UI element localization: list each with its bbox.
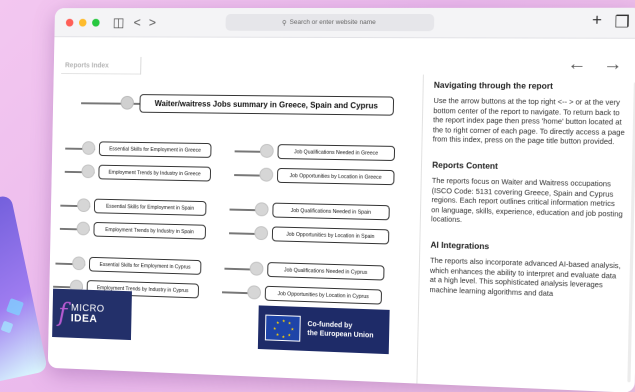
report-link-button[interactable]: Essential Skills for Employment in Greec…	[98, 141, 212, 158]
nav-heading: Navigating through the report	[433, 80, 554, 91]
report-link-button[interactable]: Job Qualifications Needed in Greece	[277, 144, 396, 162]
nav-text: Use the arrow buttons at the top right <…	[432, 95, 625, 147]
titlebar-right-icons: + ❐	[592, 12, 630, 33]
page-nav-arrows: ← →	[567, 53, 622, 75]
report-link-button[interactable]: Job Opportunities by Location in Greece	[276, 167, 395, 186]
micro-logo-bottom: IDEA	[70, 312, 98, 326]
report-link-button[interactable]: Employment Trends by Industry in Greece	[98, 164, 212, 182]
ai-heading: AI Integrations	[430, 240, 490, 252]
previous-page-icon[interactable]: ←	[567, 53, 586, 75]
node-dot-icon	[76, 221, 90, 236]
window-controls	[65, 18, 100, 27]
tabs-overview-icon[interactable]: ❐	[614, 12, 630, 33]
report-link-button[interactable]: Job Qualifications Needed in Spain	[272, 202, 390, 221]
node-dot-icon	[72, 256, 86, 271]
report-link-button[interactable]: Job Qualifications Needed in Cyprus	[267, 262, 385, 281]
info-panel: Navigating through the report Use the ar…	[416, 74, 627, 392]
forward-icon[interactable]: >	[149, 15, 157, 31]
report-link-button[interactable]: Job Opportunities by Location in Cyprus	[264, 285, 383, 305]
ai-text: The reports also incorporate advanced AI…	[429, 255, 621, 298]
back-icon[interactable]: <	[133, 15, 141, 31]
report-link-button[interactable]: Essential Skills for Employment in Spain	[93, 198, 207, 216]
report-link-button[interactable]: Job Opportunities by Location in Spain	[271, 226, 390, 245]
minimize-window-button[interactable]	[78, 18, 87, 27]
node-dot-icon	[254, 225, 269, 241]
node-dot-icon	[77, 198, 91, 213]
address-placeholder: Search or enter website name	[289, 18, 376, 27]
report-link-button[interactable]: Employment Trends by Industry in Spain	[93, 221, 207, 240]
sidebar-toggle-icon[interactable]: ◫	[113, 15, 125, 31]
report-link-button[interactable]: Essential Skills for Employment in Cypru…	[88, 256, 202, 275]
report-index-tab[interactable]: Reports Index	[61, 58, 141, 75]
node-dot-icon	[254, 202, 269, 217]
main-title-button[interactable]: Waiter/waitress Jobs summary in Greece, …	[139, 94, 395, 116]
report-page: Reports Index ← → Waiter/waitress Jobs s…	[48, 37, 635, 392]
node-dot-icon	[259, 167, 274, 182]
micro-idea-mark-icon: f	[57, 298, 68, 328]
address-bar[interactable]: ⚲ Search or enter website name	[225, 13, 435, 32]
new-tab-icon[interactable]: +	[592, 12, 602, 33]
node-dot-icon	[81, 164, 95, 179]
node-dot-icon	[259, 143, 274, 158]
eu-cofunded-logo: ★ ★ ★ ★ ★ ★ ★ ★ Co-funded by the European Un…	[257, 305, 390, 355]
micro-idea-logo: f MICRO IDEA	[52, 288, 132, 341]
browser-window: ◫ < > ⚲ Search or enter website name + ❐…	[47, 7, 635, 392]
header-separator	[140, 56, 142, 75]
next-page-icon[interactable]: →	[603, 53, 623, 75]
search-icon: ⚲	[281, 19, 287, 27]
close-window-button[interactable]	[65, 18, 74, 27]
title-node-icon	[120, 95, 135, 110]
node-dot-icon	[249, 261, 264, 276]
content-text: The reports focus on Waiter and Waitress…	[430, 175, 623, 225]
panel-scrollbar[interactable]	[627, 82, 635, 383]
content-heading: Reports Content	[432, 160, 499, 171]
node-dot-icon	[247, 285, 262, 300]
node-dot-icon	[81, 141, 96, 155]
eu-line-2: the European Union	[307, 330, 374, 340]
maximize-window-button[interactable]	[92, 18, 100, 27]
browser-titlebar: ◫ < > ⚲ Search or enter website name + ❐	[54, 7, 635, 39]
side-device-edge	[0, 194, 48, 386]
eu-flag-icon: ★ ★ ★ ★ ★ ★ ★ ★	[264, 314, 301, 342]
